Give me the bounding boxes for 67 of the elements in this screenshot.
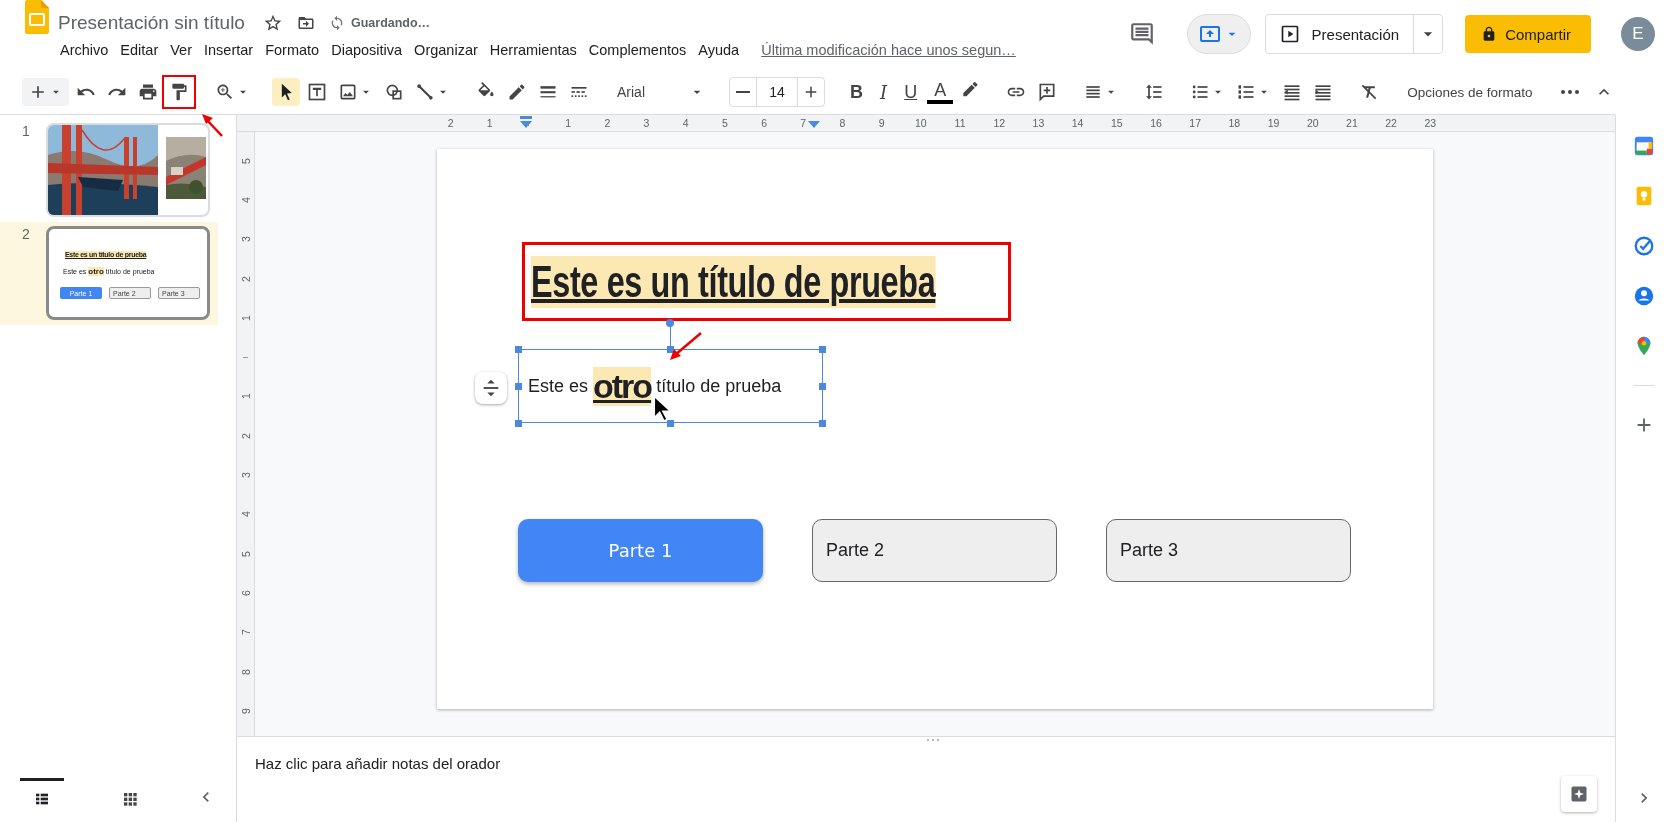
ruler-number: 20 — [1306, 117, 1319, 129]
menu-item[interactable]: Ayuda — [692, 38, 746, 62]
menu-item[interactable]: Editar — [114, 38, 165, 62]
last-edit-link[interactable]: Última modificación hace unos segun… — [761, 42, 1016, 58]
menu-item[interactable]: Insertar — [198, 38, 260, 62]
ruler-number: 21 — [1346, 117, 1358, 129]
slide-number: 1 — [22, 123, 31, 139]
ruler-number: 13 — [1032, 117, 1045, 129]
ruler-number: 5 — [239, 550, 252, 557]
menu-item[interactable]: Diapositiva — [325, 38, 409, 62]
ruler-number: 18 — [1228, 117, 1241, 129]
ruler-number: 4 — [239, 197, 252, 203]
ruler-number: 2 — [239, 432, 252, 439]
ruler-number: 15 — [1110, 117, 1123, 129]
slide-shape: Parte 3 — [1106, 519, 1351, 582]
menu-item[interactable]: Archivo — [54, 38, 115, 62]
ruler-number: 10 — [915, 117, 927, 129]
ruler-number: 19 — [1267, 117, 1280, 129]
ruler-number: 8 — [239, 668, 252, 675]
ruler-number: 9 — [878, 117, 885, 129]
bold-button[interactable]: B — [843, 79, 870, 105]
ruler-number: 1 — [239, 393, 252, 400]
ruler-number: 1 — [239, 314, 252, 321]
ruler-number: 6 — [761, 117, 767, 129]
ruler-number: 7 — [800, 117, 807, 129]
text-color-button[interactable]: A — [927, 80, 954, 104]
underline-button[interactable]: U — [897, 79, 925, 105]
ruler-number: 9 — [239, 707, 252, 714]
ruler-number: 6 — [239, 590, 252, 596]
italic-button[interactable]: I — [873, 79, 895, 105]
menu-item[interactable]: Herramientas — [483, 38, 583, 62]
menu-item[interactable]: Complementos — [582, 38, 693, 62]
ruler-number: 3 — [239, 472, 252, 478]
ruler-number: 4 — [239, 511, 252, 518]
ruler-number: 8 — [839, 117, 846, 129]
ruler-number: 17 — [1189, 117, 1201, 129]
ruler-number: 11 — [954, 117, 966, 129]
speaker-notes-field[interactable]: Haz clic para añadir notas del orador — [255, 755, 501, 772]
share-button[interactable]: Compartir — [1465, 15, 1591, 53]
ruler-number: 4 — [682, 117, 689, 129]
slide-number: 2 — [22, 226, 31, 242]
slide-title: Este es un título de prueba — [531, 255, 936, 308]
font-dropdown[interactable]: Arial — [611, 80, 711, 104]
save-status: Guardando… — [350, 16, 431, 30]
ruler-number: 1 — [565, 117, 572, 129]
ruler-number: 1 — [486, 117, 493, 129]
menu-item[interactable]: Ver — [164, 38, 198, 62]
ruler-number: 3 — [239, 236, 252, 243]
avatar[interactable]: E — [1621, 17, 1655, 51]
ruler-number: 2 — [447, 117, 454, 129]
ruler-number: 7 — [239, 629, 252, 636]
slide-shape: Parte 2 — [812, 519, 1057, 582]
ruler-number: 3 — [643, 117, 650, 129]
slide-shape: Parte 1 — [518, 519, 763, 582]
format-options-button[interactable]: Opciones de formato — [1401, 80, 1539, 104]
ruler-number: 22 — [1385, 117, 1397, 129]
ruler-number: 2 — [604, 117, 611, 129]
ruler-number: 5 — [239, 157, 252, 164]
ruler-number: 2 — [239, 275, 252, 282]
menu-item[interactable]: Formato — [259, 38, 326, 62]
document-title[interactable]: Presentación sin título — [54, 10, 249, 36]
ruler-number: 14 — [1071, 117, 1084, 129]
menu-item[interactable]: Organizar — [408, 38, 484, 62]
ruler-number: 5 — [722, 117, 728, 129]
ruler-number: 16 — [1150, 117, 1162, 129]
ruler-number: 23 — [1424, 117, 1437, 129]
ruler-number: 12 — [993, 117, 1006, 129]
